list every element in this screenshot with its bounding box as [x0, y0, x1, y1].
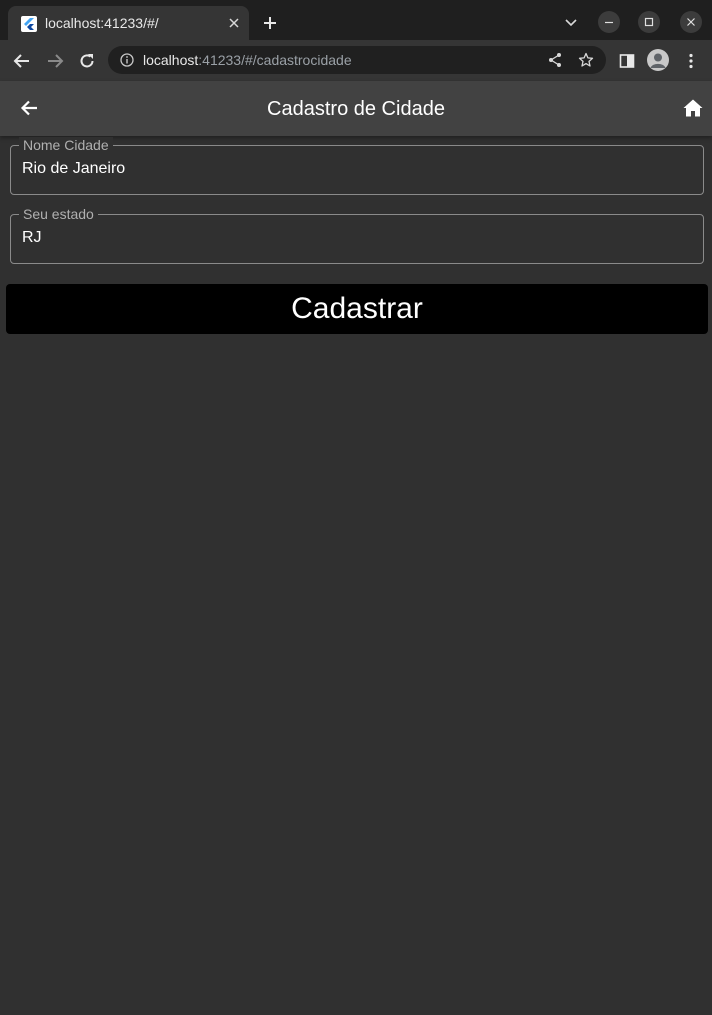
- url-text[interactable]: localhost:41233/#/cadastrocidade: [143, 52, 352, 68]
- city-name-label: Nome Cidade: [19, 137, 113, 153]
- browser-forward-icon[interactable]: [43, 49, 67, 73]
- url-host: localhost: [143, 52, 199, 68]
- browser-tab-strip: localhost:41233/#/: [0, 0, 712, 40]
- share-icon[interactable]: [547, 52, 563, 68]
- new-tab-icon[interactable]: [260, 13, 280, 33]
- cadastrar-button[interactable]: Cadastrar: [6, 284, 708, 334]
- page-title: Cadastro de Cidade: [267, 98, 445, 120]
- site-info-icon[interactable]: [120, 53, 134, 67]
- browser-back-icon[interactable]: [10, 49, 34, 73]
- reload-icon[interactable]: [75, 49, 99, 73]
- browser-menu-icon[interactable]: [681, 51, 701, 71]
- browser-tab[interactable]: localhost:41233/#/: [8, 6, 249, 40]
- tab-search-chevron-icon[interactable]: [562, 15, 580, 31]
- home-icon[interactable]: [681, 97, 705, 119]
- minimize-icon[interactable]: [598, 11, 620, 33]
- address-bar[interactable]: localhost:41233/#/cadastrocidade: [108, 46, 606, 74]
- city-name-field: Nome Cidade: [10, 137, 704, 195]
- bookmark-star-icon[interactable]: [578, 52, 594, 68]
- app-bar: Cadastro de Cidade: [0, 81, 712, 136]
- close-tab-icon[interactable]: [225, 14, 243, 32]
- state-field: Seu estado: [10, 206, 704, 264]
- browser-toolbar: localhost:41233/#/cadastrocidade: [0, 40, 712, 81]
- window-close-icon[interactable]: [680, 11, 702, 33]
- maximize-icon[interactable]: [638, 11, 660, 33]
- profile-avatar-icon[interactable]: [647, 49, 669, 71]
- city-name-input[interactable]: [22, 157, 682, 181]
- state-label: Seu estado: [19, 206, 98, 222]
- url-path: :41233/#/cadastrocidade: [198, 52, 352, 68]
- tab-title: localhost:41233/#/: [45, 15, 159, 31]
- flutter-icon: [21, 16, 37, 32]
- side-panel-icon[interactable]: [617, 51, 637, 71]
- state-input[interactable]: [22, 226, 682, 250]
